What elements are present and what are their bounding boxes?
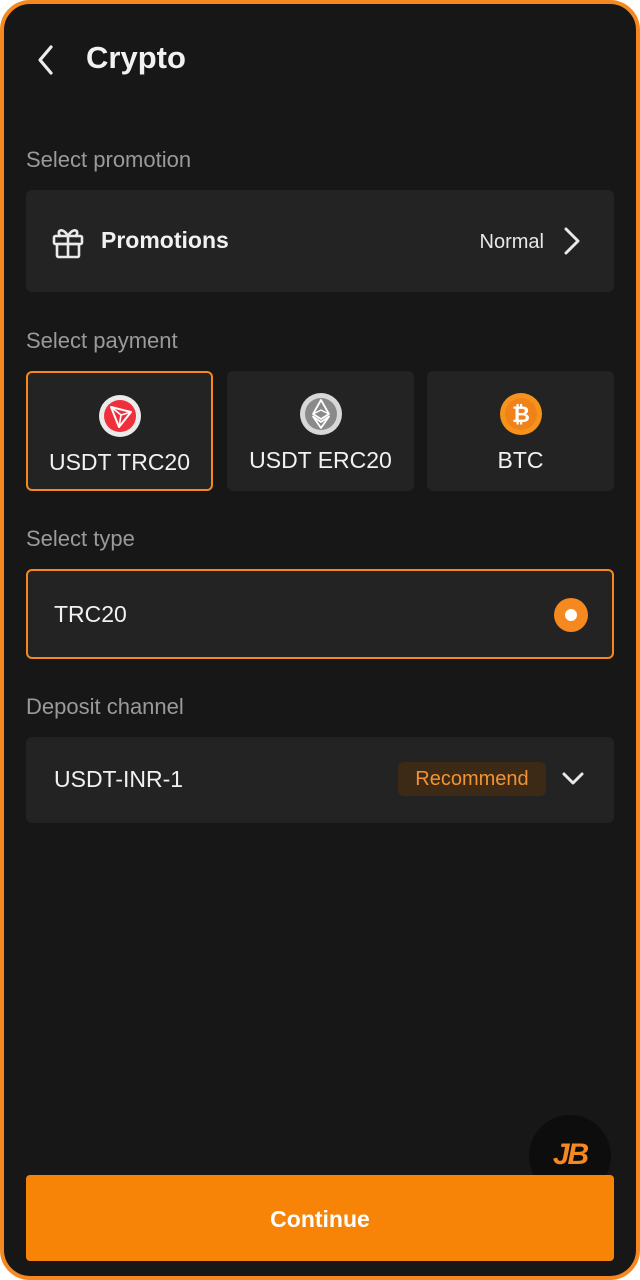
chevron-left-icon <box>38 45 53 75</box>
payment-option-usdt-erc20[interactable]: USDT ERC20 <box>227 371 414 491</box>
recommend-badge: Recommend <box>398 762 546 796</box>
payment-option-label: BTC <box>497 447 544 473</box>
payment-option-label: USDT ERC20 <box>249 447 392 473</box>
brand-logo: JB <box>552 1138 589 1171</box>
deposit-channel-label: Deposit channel <box>26 694 184 719</box>
gift-icon <box>52 229 84 259</box>
promotions-label: Promotions <box>101 227 229 253</box>
type-option-label: TRC20 <box>54 601 127 627</box>
type-option-trc20[interactable]: TRC20 <box>26 569 614 659</box>
bitcoin-icon: ₿ <box>499 393 542 435</box>
svg-text:₿: ₿ <box>512 403 530 428</box>
payment-option-btc[interactable]: ₿ BTC <box>427 371 614 491</box>
continue-button[interactable]: Continue <box>26 1175 614 1261</box>
select-promotion-label: Select promotion <box>26 147 192 172</box>
chevron-down-icon <box>562 772 584 785</box>
select-type-label: Select type <box>26 526 135 551</box>
deposit-channel-value: USDT-INR-1 <box>54 766 184 792</box>
chevron-right-icon <box>564 227 580 255</box>
payment-option-usdt-trc20[interactable]: USDT TRC20 <box>26 371 213 491</box>
tron-icon <box>98 395 141 437</box>
radio-selected-icon[interactable] <box>554 598 588 632</box>
select-payment-label: Select payment <box>26 328 178 353</box>
deposit-channel-select[interactable]: USDT-INR-1 Recommend <box>26 737 614 823</box>
promotion-value: Normal <box>479 231 544 253</box>
ethereum-icon <box>299 393 342 435</box>
payment-option-label: USDT TRC20 <box>48 449 191 475</box>
promotions-row[interactable]: Promotions Normal <box>26 190 614 292</box>
page-title: Crypto <box>86 40 186 75</box>
app-frame: Crypto Select promotion Promotions Norma… <box>0 0 640 1280</box>
back-button[interactable] <box>28 42 64 78</box>
header: Crypto <box>4 30 636 94</box>
